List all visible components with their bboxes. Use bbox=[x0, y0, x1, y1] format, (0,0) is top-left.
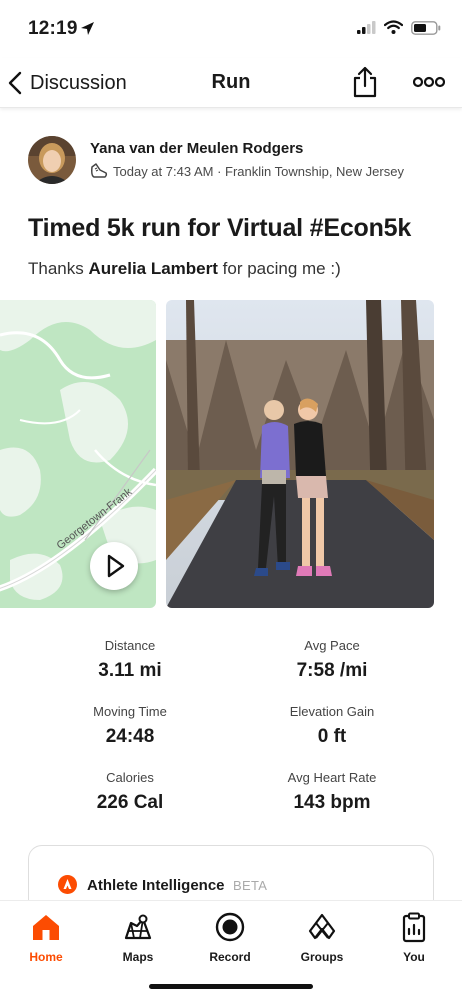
athlete-intelligence-title: Athlete Intelligence bbox=[87, 877, 225, 894]
cellular-signal-icon bbox=[357, 21, 376, 34]
home-indicator bbox=[149, 984, 313, 989]
stat-label: Avg Pace bbox=[304, 638, 360, 653]
stat-avg-pace: Avg Pace 7:58 /mi bbox=[232, 638, 432, 682]
chevron-left-icon bbox=[8, 71, 22, 95]
tab-maps[interactable]: Maps bbox=[98, 907, 178, 967]
runners-photo bbox=[166, 300, 434, 608]
stat-value: 143 bpm bbox=[293, 792, 371, 813]
activity-photo[interactable] bbox=[166, 300, 434, 608]
stat-moving-time: Moving Time 24:48 bbox=[30, 704, 230, 748]
tab-label: Record bbox=[209, 950, 251, 964]
description-prefix: Thanks bbox=[28, 259, 89, 278]
wifi-icon bbox=[384, 20, 403, 34]
stat-value: 7:58 /mi bbox=[296, 660, 368, 681]
tab-record[interactable]: Record bbox=[190, 907, 270, 967]
tab-groups[interactable]: Groups bbox=[282, 907, 362, 967]
share-icon[interactable] bbox=[351, 66, 379, 98]
tab-label: Home bbox=[29, 950, 63, 964]
stat-value: 226 Cal bbox=[96, 792, 164, 813]
stat-value: 3.11 mi bbox=[98, 660, 162, 681]
stat-distance: Distance 3.11 mi bbox=[30, 638, 230, 682]
status-time: 12:19 bbox=[28, 18, 78, 39]
stat-label: Distance bbox=[104, 638, 156, 653]
stat-label: Calories bbox=[106, 770, 154, 785]
stat-label: Moving Time bbox=[93, 704, 167, 719]
tab-label: Groups bbox=[300, 950, 344, 964]
back-button[interactable]: Discussion bbox=[8, 68, 127, 98]
tab-home[interactable]: Home bbox=[6, 907, 86, 967]
stat-label: Elevation Gain bbox=[289, 704, 375, 719]
athlete-name[interactable]: Yana van der Meulen Rodgers bbox=[90, 140, 303, 157]
navigation-bar: Discussion Run bbox=[0, 58, 462, 108]
record-icon bbox=[215, 912, 245, 942]
stat-value: 0 ft bbox=[317, 726, 347, 747]
avatar-photo bbox=[28, 136, 76, 184]
athlete-mention[interactable]: Aurelia Lambert bbox=[88, 259, 217, 278]
stat-calories: Calories 226 Cal bbox=[30, 770, 230, 814]
description-suffix: for pacing me :) bbox=[217, 259, 341, 278]
stat-label: Avg Heart Rate bbox=[287, 770, 377, 785]
clipboard-icon bbox=[402, 912, 426, 943]
athlete-intelligence-icon bbox=[58, 875, 77, 894]
stat-elevation-gain: Elevation Gain 0 ft bbox=[232, 704, 432, 748]
activity-title: Timed 5k run for Virtual #Econ5k bbox=[28, 214, 412, 242]
athlete-avatar[interactable] bbox=[28, 136, 76, 184]
stat-avg-heart-rate: Avg Heart Rate 143 bpm bbox=[232, 770, 432, 814]
stat-value: 24:48 bbox=[105, 726, 155, 747]
tab-label: You bbox=[403, 950, 425, 964]
play-flyover-button[interactable] bbox=[90, 542, 138, 590]
tab-you[interactable]: You bbox=[374, 907, 454, 967]
back-label: Discussion bbox=[30, 71, 127, 94]
location-arrow-icon bbox=[81, 22, 94, 35]
tab-label: Maps bbox=[122, 950, 154, 964]
beta-badge: BETA bbox=[233, 878, 268, 893]
home-icon bbox=[33, 915, 59, 940]
maps-icon bbox=[124, 914, 152, 940]
battery-icon bbox=[411, 21, 441, 35]
activity-description: Thanks Aurelia Lambert for pacing me :) bbox=[28, 259, 341, 279]
status-bar: 12:19 bbox=[0, 0, 462, 58]
shoe-icon bbox=[91, 163, 108, 178]
activity-meta: Today at 7:43 AM · Franklin Township, Ne… bbox=[90, 163, 404, 179]
more-options-icon[interactable] bbox=[413, 73, 445, 91]
groups-icon bbox=[308, 913, 336, 940]
activity-time-location: Today at 7:43 AM · Franklin Township, Ne… bbox=[113, 163, 404, 179]
play-icon bbox=[107, 554, 125, 578]
